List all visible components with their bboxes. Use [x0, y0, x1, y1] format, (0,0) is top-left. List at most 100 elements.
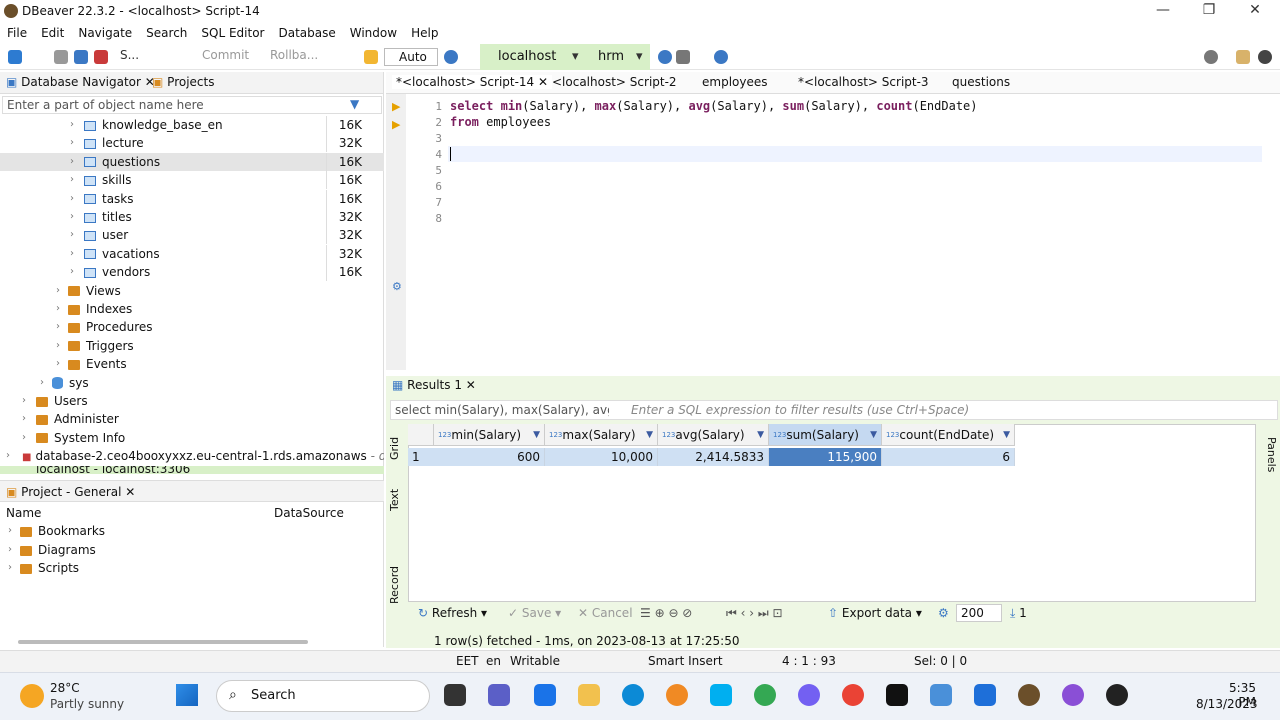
auto-commit-mode[interactable]: Auto — [384, 48, 438, 66]
weather-icon[interactable] — [20, 684, 44, 708]
print-icon[interactable] — [676, 50, 690, 64]
global-search-icon[interactable] — [1204, 50, 1218, 64]
table-item-knowledge-base-en[interactable]: › knowledge_base_en 16K — [0, 116, 384, 134]
clock-date[interactable]: 8/13/2023 — [1196, 697, 1258, 711]
result-cell-2[interactable]: 2,414.5833 — [658, 448, 769, 466]
menu-file[interactable]: File — [0, 24, 34, 40]
app-orange-icon[interactable] — [666, 684, 688, 706]
code-line-2[interactable]: from employees — [450, 115, 551, 129]
taskbar-search-box[interactable]: ⌕ Search — [216, 680, 430, 712]
connection-dropdown-icon[interactable]: ▾ — [572, 49, 579, 64]
obs-icon[interactable] — [1106, 684, 1128, 706]
project-item-scripts[interactable]: › Scripts — [8, 559, 79, 577]
close-icon[interactable]: ✕ — [1240, 2, 1270, 18]
table-item-skills[interactable]: › skills 16K — [0, 171, 384, 190]
project-horizontal-scrollbar[interactable] — [18, 640, 308, 644]
table-item-user[interactable]: › user 32K — [0, 226, 384, 245]
menu-search[interactable]: Search — [139, 24, 194, 40]
result-cell-0[interactable]: 600 — [434, 448, 545, 466]
minimize-icon[interactable]: — — [1148, 2, 1178, 18]
mail-icon[interactable] — [534, 684, 556, 706]
schema-name[interactable]: hrm — [598, 49, 624, 64]
table-item-questions[interactable]: › questions 16K — [0, 152, 384, 171]
navigator-filter-input[interactable]: Enter a part of object name here — [2, 96, 382, 114]
tab-employees[interactable]: employees — [702, 75, 767, 89]
column-header-2[interactable]: 123avg(Salary) ▼ — [658, 424, 769, 446]
lock-icon[interactable] — [364, 50, 378, 64]
column-header-0[interactable]: 123min(Salary) ▼ — [434, 424, 545, 446]
skype-icon[interactable] — [710, 684, 732, 706]
tab-panels[interactable]: Panels — [1260, 430, 1278, 480]
menu-window[interactable]: Window — [343, 24, 404, 40]
menu-help[interactable]: Help — [404, 24, 445, 40]
menu-navigate[interactable]: Navigate — [71, 24, 139, 40]
dashboard-icon[interactable] — [658, 50, 672, 64]
commit-button[interactable]: Commit — [202, 48, 249, 62]
navigation-arrows-icon[interactable]: ⏮ ‹ › ⏭ ⊡ — [726, 606, 783, 621]
edge-icon[interactable] — [622, 684, 644, 706]
export-data-button[interactable]: ⇧ Export data ▾ — [828, 606, 922, 620]
results-filter-input[interactable]: Enter a SQL expression to filter results… — [631, 403, 969, 417]
chrome-icon[interactable] — [754, 684, 776, 706]
history-icon[interactable] — [444, 50, 458, 64]
editor-horizontal-scrollbar[interactable] — [452, 360, 1258, 366]
maximize-icon[interactable]: ❐ — [1194, 2, 1224, 18]
menu-sql-editor[interactable]: SQL Editor — [194, 24, 271, 40]
execute-script-icon[interactable]: ▶ — [392, 118, 400, 131]
column-header-3[interactable]: 123sum(Salary) ▼ — [769, 424, 882, 446]
pycharm-icon[interactable] — [886, 684, 908, 706]
disconnect-icon[interactable] — [54, 50, 68, 64]
refresh-button[interactable]: ↻ Refresh ▾ — [418, 606, 487, 620]
table-item-vendors[interactable]: › vendors 16K — [0, 263, 384, 282]
result-cell-1[interactable]: 10,000 — [545, 448, 658, 466]
menu-edit[interactable]: Edit — [34, 24, 71, 40]
rollback-button[interactable]: Rollba... — [270, 48, 318, 62]
taskview-icon[interactable] — [444, 684, 466, 706]
weather-desc[interactable]: Partly sunny — [50, 697, 124, 711]
tab-script-14[interactable]: *<localhost> Script-14 ✕ — [392, 75, 553, 89]
result-cell-3[interactable]: 115,900 — [769, 448, 882, 466]
perspective-icon[interactable] — [1236, 50, 1250, 64]
tab-database-navigator[interactable]: ▣ Database Navigator ✕ — [6, 75, 155, 89]
teams-icon[interactable] — [488, 684, 510, 706]
project-item-diagrams[interactable]: › Diagrams — [8, 541, 96, 559]
active-connection-selector[interactable]: localhost ▾ hrm ▾ — [480, 44, 650, 70]
tab-text[interactable]: Text — [388, 480, 406, 520]
execute-statement-icon[interactable]: ▶ — [392, 100, 400, 113]
invalidate-icon[interactable] — [94, 50, 108, 64]
tab-projects[interactable]: ▣ Projects — [152, 75, 214, 89]
tab-questions[interactable]: questions — [952, 75, 1010, 89]
code-line-1[interactable]: select min(Salary), max(Salary), avg(Sal… — [450, 99, 978, 113]
connection-localhost[interactable]: localhost - localhost:3306 — [0, 465, 384, 474]
table-item-titles[interactable]: › titles 32K — [0, 208, 384, 226]
table-item-lecture[interactable]: › lecture 32K — [0, 134, 384, 153]
column-header-1[interactable]: 123max(Salary) ▼ — [545, 424, 658, 446]
weather-temp[interactable]: 28°C — [50, 681, 80, 695]
connect-icon[interactable] — [74, 50, 88, 64]
tab-project-general[interactable]: ▣ Project - General ✕ — [6, 485, 135, 499]
start-windows-icon[interactable] — [176, 684, 198, 706]
tab-script-2[interactable]: <localhost> Script-2 — [552, 75, 677, 89]
table-item-tasks[interactable]: › tasks 16K — [0, 189, 384, 208]
filter-icon[interactable]: ▼ — [350, 97, 359, 111]
result-cell-4[interactable]: 6 — [882, 448, 1015, 466]
project-item-bookmarks[interactable]: › Bookmarks — [8, 522, 105, 540]
dbeaver-taskbar-icon[interactable] — [1018, 684, 1040, 706]
settings-gear-icon[interactable]: ⚙ — [392, 280, 402, 293]
github-icon[interactable] — [1062, 684, 1084, 706]
menu-database[interactable]: Database — [271, 24, 342, 40]
dbeaver-perspective-icon[interactable] — [1258, 50, 1272, 64]
save-button[interactable]: ✓ Save ▾ — [508, 606, 561, 620]
new-connection-icon[interactable] — [8, 50, 22, 64]
search-tool-icon[interactable] — [714, 50, 728, 64]
cancel-button[interactable]: ✕ Cancel — [578, 606, 633, 620]
file-explorer-icon[interactable] — [578, 684, 600, 706]
column-header-4[interactable]: 123count(EndDate) ▼ — [882, 424, 1015, 446]
row-number[interactable]: 1 — [408, 448, 434, 466]
tab-grid[interactable]: Grid — [388, 428, 406, 468]
schema-dropdown-icon[interactable]: ▾ — [636, 49, 643, 64]
monitor-app-icon[interactable] — [930, 684, 952, 706]
tab-script-3[interactable]: *<localhost> Script-3 — [798, 75, 929, 89]
tab-results-1[interactable]: ▦ Results 1 ✕ — [392, 378, 476, 392]
connection-remote-db[interactable]: › ■ database-2.ceo4booxyxxz.eu-central-1.r… — [0, 447, 384, 465]
